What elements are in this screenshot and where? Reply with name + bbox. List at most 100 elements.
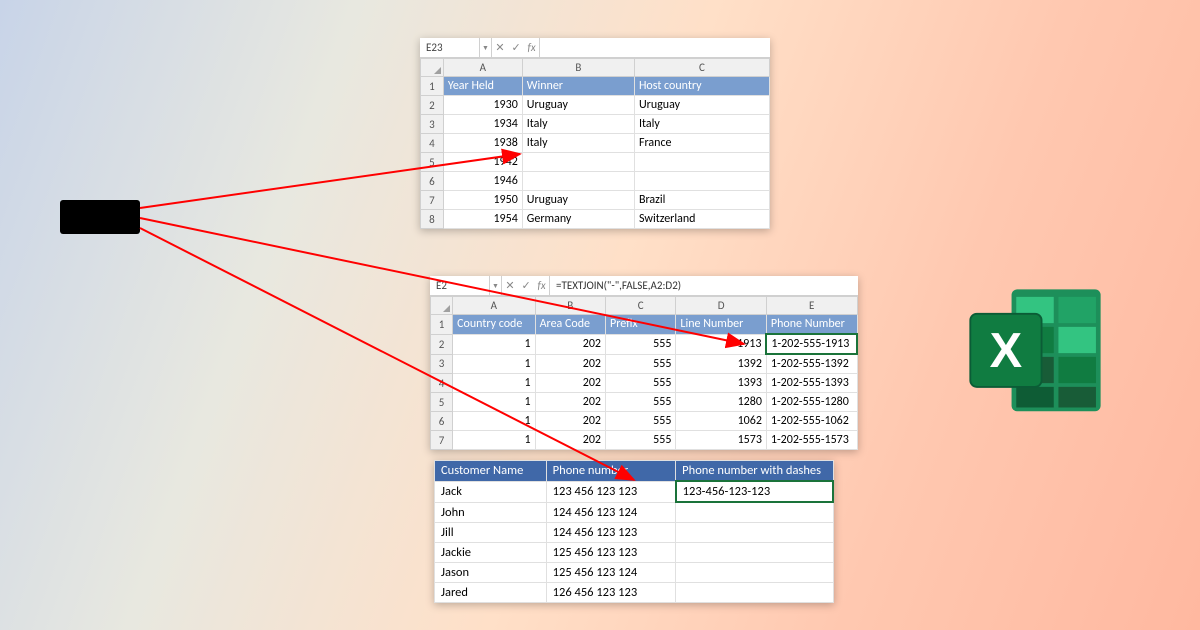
cell[interactable] [676,582,833,602]
cell[interactable] [522,172,634,191]
row-header[interactable]: 1 [421,77,444,96]
column-header[interactable]: D [676,297,767,315]
cell[interactable]: Jason [435,562,547,582]
cell[interactable]: 125 456 123 124 [546,562,676,582]
cell[interactable]: 1-202-555-1280 [766,393,857,412]
header-cell[interactable]: Phone number [546,461,676,482]
cell[interactable]: 1913 [676,334,767,354]
column-header[interactable]: B [535,297,605,315]
fx-icon[interactable]: fx [537,279,545,292]
name-box[interactable]: E23 [420,38,480,57]
cell[interactable]: 1934 [443,115,522,134]
cell[interactable]: 202 [535,354,605,374]
cell[interactable]: 1946 [443,172,522,191]
cell[interactable]: 202 [535,393,605,412]
cell[interactable]: Italy [522,115,634,134]
column-header[interactable]: A [453,297,535,315]
cell[interactable] [676,562,833,582]
header-cell[interactable]: Phone number with dashes [676,461,833,482]
row-header[interactable]: 6 [431,412,453,431]
cell[interactable]: Uruguay [634,96,769,115]
name-box[interactable]: E2 [430,276,490,295]
cell[interactable]: 124 456 123 124 [546,502,676,522]
cell[interactable]: 202 [535,412,605,431]
row-header[interactable]: 3 [421,115,444,134]
cancel-icon[interactable]: ✕ [495,41,504,54]
cell[interactable]: 1 [453,374,535,393]
enter-icon[interactable]: ✓ [511,41,520,54]
cell[interactable]: Jared [435,582,547,602]
row-header[interactable]: 7 [431,431,453,450]
enter-icon[interactable]: ✓ [521,279,530,292]
cell[interactable]: 1-202-555-1392 [766,354,857,374]
row-header[interactable]: 3 [431,354,453,374]
cell[interactable]: 1-202-555-1573 [766,431,857,450]
cell[interactable]: 1 [453,354,535,374]
cell[interactable]: 125 456 123 123 [546,542,676,562]
cell[interactable]: Jill [435,522,547,542]
column-header[interactable]: C [634,59,769,77]
cell[interactable]: Prefix [606,315,676,335]
selected-cell[interactable]: 123-456-123-123 [676,481,833,502]
cell[interactable] [634,153,769,172]
formula-input[interactable]: =TEXTJOIN("-",FALSE,A2:D2) [550,279,858,292]
cell[interactable]: 1573 [676,431,767,450]
cell[interactable]: 1950 [443,191,522,210]
cell[interactable]: 202 [535,374,605,393]
cell[interactable]: Country code [453,315,535,335]
name-box-dropdown-icon[interactable]: ▼ [480,38,492,57]
cell[interactable]: Uruguay [522,96,634,115]
cell[interactable]: 202 [535,334,605,354]
cell[interactable]: 124 456 123 123 [546,522,676,542]
cell[interactable]: 1 [453,393,535,412]
row-header[interactable]: 7 [421,191,444,210]
worksheet-grid[interactable]: Customer Name Phone number Phone number … [434,460,834,603]
cell[interactable]: 1 [453,334,535,354]
cell[interactable]: Jack [435,481,547,502]
row-header[interactable]: 1 [431,315,453,335]
cell[interactable]: Line Number [676,315,767,335]
cell[interactable] [522,153,634,172]
cell[interactable]: 555 [606,334,676,354]
cell[interactable] [676,522,833,542]
cell[interactable]: Area Code [535,315,605,335]
cell[interactable]: Germany [522,210,634,229]
cell[interactable]: 1392 [676,354,767,374]
cell[interactable]: John [435,502,547,522]
cancel-icon[interactable]: ✕ [505,279,514,292]
cell[interactable]: Italy [522,134,634,153]
cell[interactable]: Uruguay [522,191,634,210]
column-header[interactable]: A [443,59,522,77]
cell[interactable]: 1280 [676,393,767,412]
cell[interactable]: Switzerland [634,210,769,229]
selected-cell[interactable]: 1-202-555-1913 [766,334,857,354]
cell[interactable]: 1 [453,412,535,431]
select-all-corner[interactable] [421,59,444,77]
cell[interactable]: 202 [535,431,605,450]
cell[interactable]: 1-202-555-1062 [766,412,857,431]
worksheet-grid[interactable]: A B C 1 Year Held Winner Host country 21… [420,58,770,229]
cell[interactable]: Host country [634,77,769,96]
cell[interactable]: Phone Number [766,315,857,335]
column-header[interactable]: C [606,297,676,315]
cell[interactable]: Italy [634,115,769,134]
worksheet-grid[interactable]: A B C D E 1 Country code Area Code Prefi… [430,296,858,450]
select-all-corner[interactable] [431,297,453,315]
cell[interactable]: Jackie [435,542,547,562]
row-header[interactable]: 8 [421,210,444,229]
cell[interactable] [676,502,833,522]
cell[interactable]: 555 [606,431,676,450]
cell[interactable]: 555 [606,393,676,412]
cell[interactable]: Winner [522,77,634,96]
cell[interactable]: 1930 [443,96,522,115]
cell[interactable]: 123 456 123 123 [546,481,676,502]
cell[interactable]: 1942 [443,153,522,172]
cell[interactable]: Year Held [443,77,522,96]
cell[interactable] [634,172,769,191]
row-header[interactable]: 4 [431,374,453,393]
cell[interactable]: 1-202-555-1393 [766,374,857,393]
cell[interactable]: 555 [606,412,676,431]
fx-icon[interactable]: fx [527,41,535,54]
name-box-dropdown-icon[interactable]: ▼ [490,276,502,295]
row-header[interactable]: 2 [431,334,453,354]
